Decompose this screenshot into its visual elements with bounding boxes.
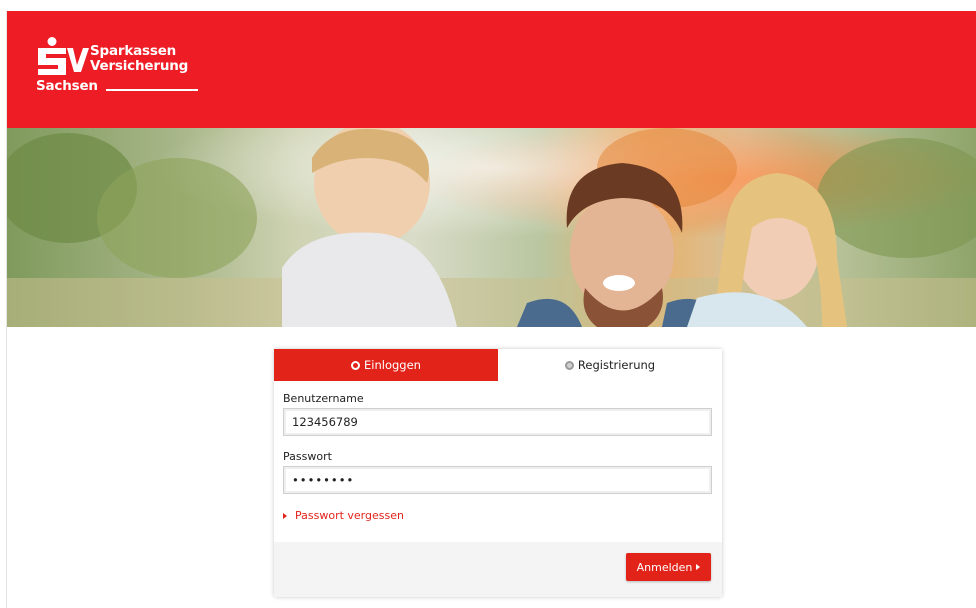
sparkasse-s-icon xyxy=(38,37,89,75)
page: Sparkassen Versicherung Sachsen Einlogge… xyxy=(6,11,976,608)
tab-einloggen[interactable]: Einloggen xyxy=(274,349,498,381)
login-tabs: Einloggen Registrierung xyxy=(274,349,722,381)
login-button-label: Anmelden xyxy=(636,560,693,574)
login-card-footer: Anmelden xyxy=(274,542,722,597)
caret-right-icon xyxy=(696,564,701,570)
radio-inactive-icon xyxy=(564,360,574,370)
tab-registrierung[interactable]: Registrierung xyxy=(498,349,722,381)
radio-active-icon xyxy=(351,360,361,370)
username-input[interactable] xyxy=(283,408,712,436)
password-label: Passwort xyxy=(283,450,332,463)
forgot-password-link[interactable]: Passwort vergessen xyxy=(283,509,404,522)
header-bar: Sparkassen Versicherung Sachsen xyxy=(7,11,976,128)
family-photo-illustration xyxy=(7,128,976,327)
forgot-password-label: Passwort vergessen xyxy=(295,509,404,522)
logo-text-sparkassen: Sparkassen xyxy=(90,43,177,59)
login-card: Einloggen Registrierung Benutzername Pas… xyxy=(274,349,722,597)
logo-text-region: Sachsen xyxy=(36,78,98,94)
hero-family-photo xyxy=(7,128,976,327)
logo-text-versicherung: Versicherung xyxy=(90,58,189,74)
tab-einloggen-label: Einloggen xyxy=(364,358,421,372)
username-label: Benutzername xyxy=(283,392,364,405)
logo-rule xyxy=(106,89,198,91)
password-input[interactable] xyxy=(283,466,712,494)
caret-right-icon xyxy=(283,512,287,519)
tab-registrierung-label: Registrierung xyxy=(577,358,656,372)
login-button[interactable]: Anmelden xyxy=(626,553,711,581)
sv-logo[interactable]: Sparkassen Versicherung Sachsen xyxy=(36,37,206,97)
